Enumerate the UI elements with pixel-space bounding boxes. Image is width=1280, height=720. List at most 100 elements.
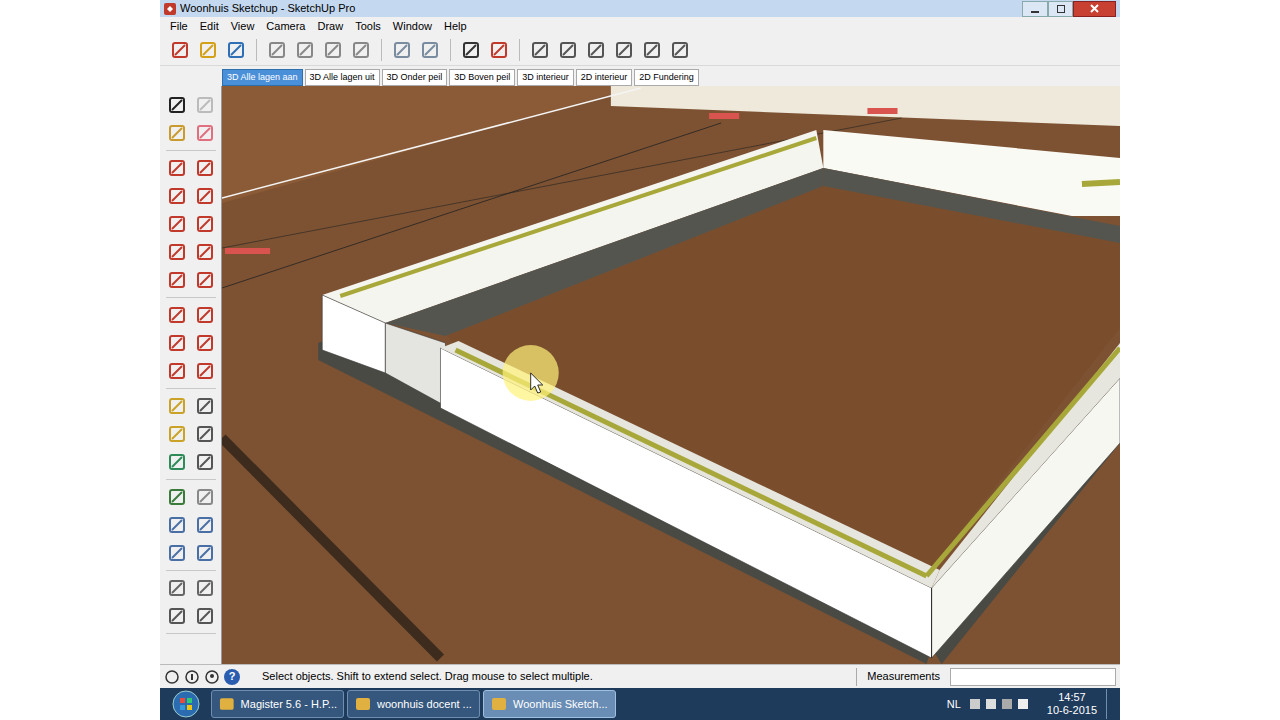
tool-icon[interactable] xyxy=(167,424,187,444)
toolbar-icon[interactable] xyxy=(198,40,218,60)
tool-button[interactable] xyxy=(194,451,216,473)
tool-icon[interactable] xyxy=(195,214,215,234)
tool-icon[interactable] xyxy=(167,606,187,626)
menu-item[interactable]: File xyxy=(164,21,194,32)
tool-button[interactable] xyxy=(166,304,188,326)
toolbar-icon[interactable] xyxy=(323,40,343,60)
tool-icon[interactable] xyxy=(195,270,215,290)
tool-button[interactable] xyxy=(166,486,188,508)
tool-button[interactable] xyxy=(194,269,216,291)
tool-button[interactable] xyxy=(194,605,216,627)
tool-button[interactable] xyxy=(194,241,216,263)
tool-icon[interactable] xyxy=(195,424,215,444)
menu-item[interactable]: Tools xyxy=(349,21,387,32)
toolbar-button[interactable] xyxy=(418,38,442,62)
scene-tab[interactable]: 3D Alle lagen aan xyxy=(222,69,303,86)
show-desktop-button[interactable] xyxy=(1106,689,1116,719)
tool-button[interactable] xyxy=(166,122,188,144)
tool-icon[interactable] xyxy=(195,305,215,325)
menu-item[interactable]: View xyxy=(225,21,261,32)
tool-button[interactable] xyxy=(194,213,216,235)
tool-icon[interactable] xyxy=(195,95,215,115)
measurements-field[interactable] xyxy=(950,668,1116,686)
toolbar-button[interactable] xyxy=(168,38,192,62)
tool-icon[interactable] xyxy=(167,578,187,598)
toolbar-icon[interactable] xyxy=(267,40,287,60)
tool-button[interactable] xyxy=(194,360,216,382)
menu-item[interactable]: Help xyxy=(438,21,473,32)
language-indicator[interactable]: NL xyxy=(943,696,965,713)
close-button[interactable] xyxy=(1073,1,1116,17)
toolbar-button[interactable] xyxy=(390,38,414,62)
tool-icon[interactable] xyxy=(167,361,187,381)
toolbar-button[interactable] xyxy=(196,38,220,62)
tool-icon[interactable] xyxy=(167,487,187,507)
tool-icon[interactable] xyxy=(167,515,187,535)
toolbar-icon[interactable] xyxy=(351,40,371,60)
tool-button[interactable] xyxy=(166,514,188,536)
tool-icon[interactable] xyxy=(195,361,215,381)
tool-icon[interactable] xyxy=(195,186,215,206)
tool-button[interactable] xyxy=(166,395,188,417)
tool-button[interactable] xyxy=(194,542,216,564)
start-button[interactable] xyxy=(164,690,208,718)
tool-button[interactable] xyxy=(194,94,216,116)
tool-button[interactable] xyxy=(166,94,188,116)
toolbar-icon[interactable] xyxy=(489,40,509,60)
tool-icon[interactable] xyxy=(167,95,187,115)
tool-icon[interactable] xyxy=(195,515,215,535)
toolbar-icon[interactable] xyxy=(530,40,550,60)
tool-button[interactable] xyxy=(166,451,188,473)
toolbar-icon[interactable] xyxy=(170,40,190,60)
tool-icon[interactable] xyxy=(167,242,187,262)
toolbar-icon[interactable] xyxy=(614,40,634,60)
toolbar-button[interactable] xyxy=(640,38,664,62)
toolbar-icon[interactable] xyxy=(420,40,440,60)
tool-button[interactable] xyxy=(194,514,216,536)
tool-button[interactable] xyxy=(166,577,188,599)
tool-button[interactable] xyxy=(194,423,216,445)
toolbar-icon[interactable] xyxy=(461,40,481,60)
tool-button[interactable] xyxy=(166,332,188,354)
toolbar-button[interactable] xyxy=(459,38,483,62)
toolbar-icon[interactable] xyxy=(586,40,606,60)
toolbar-icon[interactable] xyxy=(226,40,246,60)
tool-icon[interactable] xyxy=(195,123,215,143)
tool-button[interactable] xyxy=(166,213,188,235)
tool-icon[interactable] xyxy=(195,543,215,563)
title-bar[interactable]: Woonhuis Sketchup - SketchUp Pro xyxy=(160,0,1120,17)
clock[interactable]: 14:5710-6-2015 xyxy=(1041,691,1103,717)
toolbar-button[interactable] xyxy=(556,38,580,62)
tool-icon[interactable] xyxy=(195,333,215,353)
toolbar-icon[interactable] xyxy=(670,40,690,60)
toolbar-icon[interactable] xyxy=(642,40,662,60)
toolbar-button[interactable] xyxy=(528,38,552,62)
tool-button[interactable] xyxy=(166,185,188,207)
taskbar-button[interactable]: Woonhuis Sketch... xyxy=(483,690,616,718)
tool-button[interactable] xyxy=(194,577,216,599)
tool-icon[interactable] xyxy=(195,452,215,472)
tool-icon[interactable] xyxy=(195,242,215,262)
toolbar-button[interactable] xyxy=(668,38,692,62)
tool-button[interactable] xyxy=(194,157,216,179)
taskbar-button[interactable]: woonhuis docent ... xyxy=(347,690,480,718)
tool-icon[interactable] xyxy=(167,333,187,353)
menu-item[interactable]: Edit xyxy=(194,21,225,32)
user-icon[interactable] xyxy=(204,669,220,685)
scene-tab[interactable]: 3D interieur xyxy=(517,69,574,86)
model-viewport[interactable] xyxy=(222,86,1120,664)
tool-icon[interactable] xyxy=(167,123,187,143)
tool-button[interactable] xyxy=(166,605,188,627)
tool-icon[interactable] xyxy=(167,305,187,325)
geolocation-icon[interactable] xyxy=(164,669,180,685)
tool-button[interactable] xyxy=(166,423,188,445)
tool-icon[interactable] xyxy=(167,270,187,290)
tool-icon[interactable] xyxy=(195,606,215,626)
menu-item[interactable]: Camera xyxy=(260,21,311,32)
toolbar-button[interactable] xyxy=(265,38,289,62)
toolbar-icon[interactable] xyxy=(392,40,412,60)
tool-button[interactable] xyxy=(194,486,216,508)
tool-button[interactable] xyxy=(166,157,188,179)
help-button[interactable]: ? xyxy=(224,669,240,685)
scene-tab[interactable]: 3D Boven peil xyxy=(449,69,515,86)
